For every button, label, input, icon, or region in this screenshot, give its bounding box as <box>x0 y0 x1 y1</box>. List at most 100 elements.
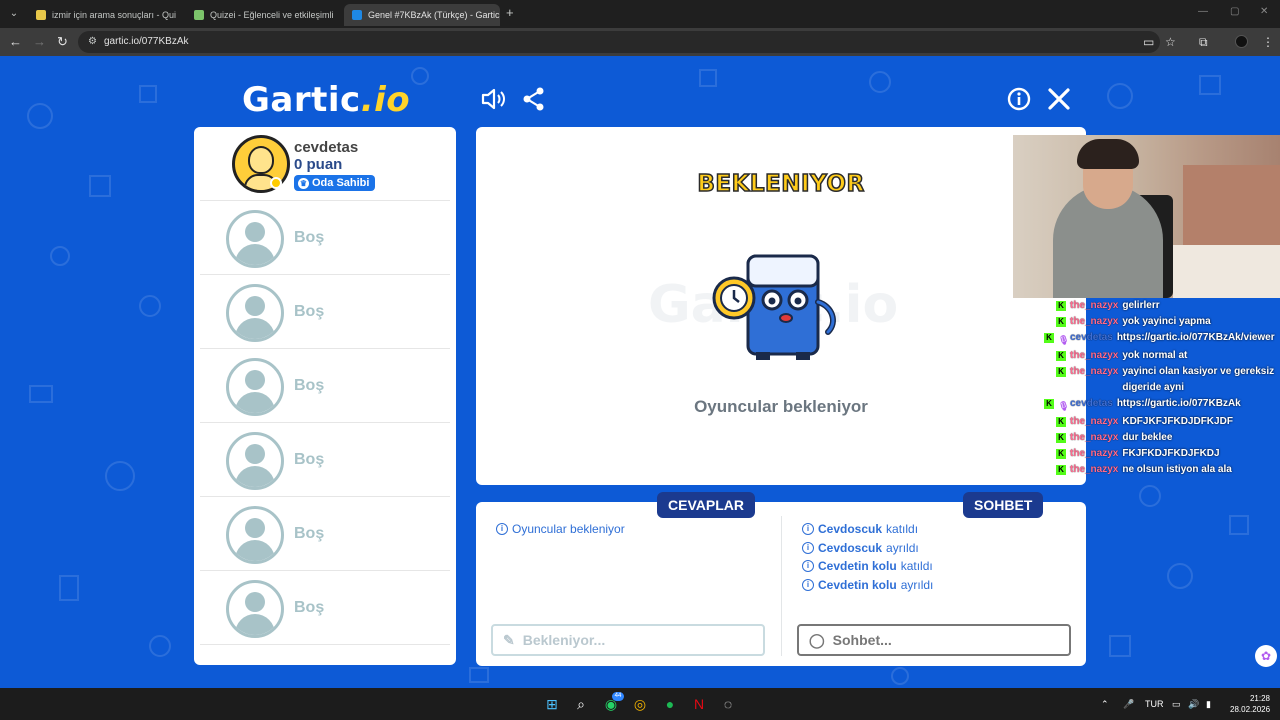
chrome-icon[interactable]: ◎ <box>631 695 649 713</box>
windows-taskbar: ⊞ ⌕ ◉ 44 ◎ ● N ◌ ⌃ 🎤 TUR ▭ 🔊 ▮ 21:28 28.… <box>0 688 1280 720</box>
chat-input[interactable]: ◯ Sohbet... <box>797 624 1071 656</box>
extensions-icon[interactable]: ⧉ <box>1199 35 1208 49</box>
app-icon[interactable]: ◌ <box>719 695 737 713</box>
clock-time: 21:28 <box>1249 694 1270 703</box>
gartic-page: Gartic.io cevdetas 0 puan ♛ Oda Sahibi B… <box>0 56 1280 688</box>
stream-chat-line: K the_nazyx KDFJKFJFKDJDFKJDF <box>1044 414 1280 430</box>
window-close-icon[interactable]: ✕ <box>1260 6 1268 17</box>
tab-favicon-icon <box>352 10 362 20</box>
kick-badge-icon: K <box>1056 301 1066 311</box>
players-panel: cevdetas 0 puan ♛ Oda Sahibi Boş Boş Boş… <box>194 127 456 665</box>
forward-icon[interactable]: → <box>33 34 46 50</box>
tab-quizei[interactable]: Quizei - Eğlenceli ve etkileşimli ✕ <box>186 4 338 26</box>
chat-bubble-icon: ◯ <box>809 631 825 648</box>
answer-input[interactable]: ✎ Bekleniyor... <box>491 624 765 656</box>
microphone-tray-icon[interactable]: 🎤 <box>1123 698 1134 710</box>
new-tab-button[interactable]: + <box>506 6 514 20</box>
tab-chat[interactable]: SOHBET <box>963 492 1044 518</box>
info-icon: i <box>802 542 814 554</box>
stage-subtitle: Oyuncular bekleniyor <box>694 397 868 416</box>
system-clock[interactable]: 21:28 28.02.2026 <box>1230 693 1270 715</box>
sound-icon[interactable] <box>481 87 507 116</box>
network-icon[interactable]: ▭ <box>1172 698 1181 710</box>
cast-icon[interactable]: ▭ <box>1143 35 1154 49</box>
kick-badge-icon: K <box>1056 465 1066 475</box>
stream-chat-line: K the_nazyx yayinci olan kasiyor ve gerek… <box>1044 364 1280 396</box>
player-row-empty: Boş <box>200 349 450 423</box>
stream-chat-line: K the_nazyx yok normal at <box>1044 348 1280 364</box>
back-icon[interactable]: ← <box>9 34 22 50</box>
reload-icon[interactable]: ↻ <box>57 34 68 50</box>
player-row-empty: Boş <box>200 571 450 645</box>
info-icon[interactable] <box>1007 87 1031 116</box>
menu-dots-icon[interactable]: ⋮ <box>1262 35 1274 49</box>
chat-message: i Cevdoscuk ayrıldı <box>802 541 919 555</box>
host-name: cevdetas <box>294 139 359 156</box>
empty-avatar-icon <box>226 506 284 564</box>
stream-chat-overlay: K the_nazyx gelirlerr K the_nazyx yok yayi… <box>1044 298 1280 478</box>
empty-slot-label: Boş <box>294 451 325 468</box>
stream-chat-line: K the_nazyx gelirlerr <box>1044 298 1280 314</box>
kick-badge-icon: K <box>1056 367 1066 377</box>
info-icon: i <box>496 523 508 535</box>
chat-message: i Cevdetin kolu katıldı <box>802 559 933 573</box>
language-indicator[interactable]: TUR <box>1145 698 1164 710</box>
url-text: gartic.io/077KBzAk <box>104 36 189 47</box>
pencil-icon: ✎ <box>503 631 515 648</box>
player-row-host[interactable]: cevdetas 0 puan ♛ Oda Sahibi <box>200 127 450 201</box>
chat-message: i Cevdoscuk katıldı <box>802 522 918 536</box>
empty-slot-label: Boş <box>294 229 325 246</box>
tab-favicon-icon <box>194 10 204 20</box>
player-row-empty: Boş <box>200 275 450 349</box>
stream-chat-line: K 🎙 cevdetas https://gartic.io/077KBzAk/vi… <box>1044 330 1280 348</box>
address-bar[interactable]: ⚙ gartic.io/077KBzAk <box>78 31 1160 53</box>
empty-avatar-icon <box>226 432 284 490</box>
kick-badge-icon: K <box>1056 317 1066 327</box>
empty-slot-label: Boş <box>294 525 325 542</box>
kick-badge-icon: K <box>1056 433 1066 443</box>
tab-title: Genel #7KBzAk (Türkçe) - Gartic <box>368 10 500 20</box>
panel-divider <box>781 516 782 656</box>
tab-favicon-icon <box>36 10 46 20</box>
clock-date: 28.02.2026 <box>1230 705 1271 714</box>
site-info-icon[interactable]: ⚙ <box>88 36 100 48</box>
player-row-empty: Boş <box>200 423 450 497</box>
tab-gartic[interactable]: Genel #7KBzAk (Türkçe) - Gartic ✕ <box>344 4 500 26</box>
player-row-empty: Boş <box>200 201 450 275</box>
minimize-icon[interactable]: — <box>1198 6 1208 17</box>
close-icon[interactable] <box>1047 87 1071 116</box>
host-points: 0 puan <box>294 156 343 173</box>
bookmark-star-icon[interactable]: ☆ <box>1165 35 1176 49</box>
answers-chat-panel: CEVAPLAR SOHBET i Oyuncular bekleniyor i… <box>476 492 1086 666</box>
kick-badge-icon: K <box>1056 351 1066 361</box>
floating-app-icon[interactable]: ✿ <box>1255 645 1277 667</box>
tab-title: Quizei - Eğlenceli ve etkileşimli <box>210 10 334 20</box>
tab-answers[interactable]: CEVAPLAR <box>657 492 755 518</box>
info-icon: i <box>802 579 814 591</box>
info-icon: i <box>802 560 814 572</box>
empty-avatar-icon <box>226 210 284 268</box>
waiting-mascot-icon <box>712 254 836 360</box>
share-icon[interactable] <box>523 87 545 116</box>
battery-icon[interactable]: ▮ <box>1206 698 1211 710</box>
kick-badge-icon: K <box>1044 333 1054 343</box>
tab-title: izmir için arama sonuçları - Qui <box>52 10 176 20</box>
gartic-logo: Gartic.io <box>242 80 411 120</box>
windows-start-icon[interactable]: ⊞ <box>543 695 561 713</box>
maximize-icon[interactable]: ▢ <box>1230 6 1239 17</box>
search-icon[interactable]: ⌕ <box>572 695 590 713</box>
stream-chat-line: K the_nazyx ne olsun istiyon ala ala <box>1044 462 1280 478</box>
empty-slot-label: Boş <box>294 303 325 320</box>
netflix-icon[interactable]: N <box>690 695 708 713</box>
stream-chat-line: K the_nazyx dur beklee <box>1044 430 1280 446</box>
tab-search-icon[interactable]: ⌄ <box>6 6 22 22</box>
stream-chat-line: K the_nazyx FKJFKDJFKDJFKDJ <box>1044 446 1280 462</box>
tray-chevron-icon[interactable]: ⌃ <box>1101 698 1109 710</box>
spotify-icon[interactable]: ● <box>661 695 679 713</box>
webcam-overlay <box>1013 135 1280 298</box>
profile-avatar[interactable] <box>1235 35 1248 48</box>
info-icon: i <box>802 523 814 535</box>
volume-icon[interactable]: 🔊 <box>1188 698 1199 710</box>
tab-izmir[interactable]: izmir için arama sonuçları - Qui ✕ <box>28 4 176 26</box>
empty-avatar-icon <box>226 358 284 416</box>
